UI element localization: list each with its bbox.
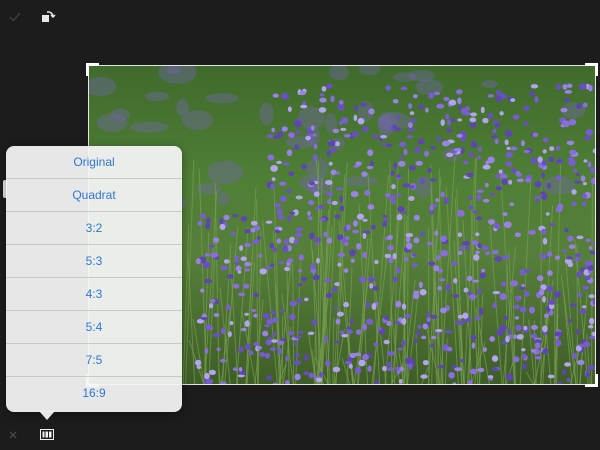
checkmark-icon[interactable]: [6, 8, 24, 26]
aspect-option-16-9[interactable]: 16:9: [6, 377, 182, 410]
aspect-option-7-5[interactable]: 7:5: [6, 344, 182, 377]
top-toolbar: [0, 0, 600, 40]
aspect-option-square[interactable]: Quadrat: [6, 179, 182, 212]
aspect-option-3-2[interactable]: 3:2: [6, 212, 182, 245]
rotate-crop-icon[interactable]: [38, 6, 58, 26]
aspect-option-original[interactable]: Original: [6, 146, 182, 179]
popover-arrow: [39, 411, 55, 420]
aspect-option-4-3[interactable]: 4:3: [6, 278, 182, 311]
aspect-ratio-icon[interactable]: [39, 427, 55, 441]
aspect-ratio-popover: Original Quadrat 3:2 5:3 4:3 5:4 7:5 16:…: [6, 146, 182, 412]
aspect-option-5-3[interactable]: 5:3: [6, 245, 182, 278]
aspect-option-5-4[interactable]: 5:4: [6, 311, 182, 344]
close-icon[interactable]: [6, 428, 20, 442]
